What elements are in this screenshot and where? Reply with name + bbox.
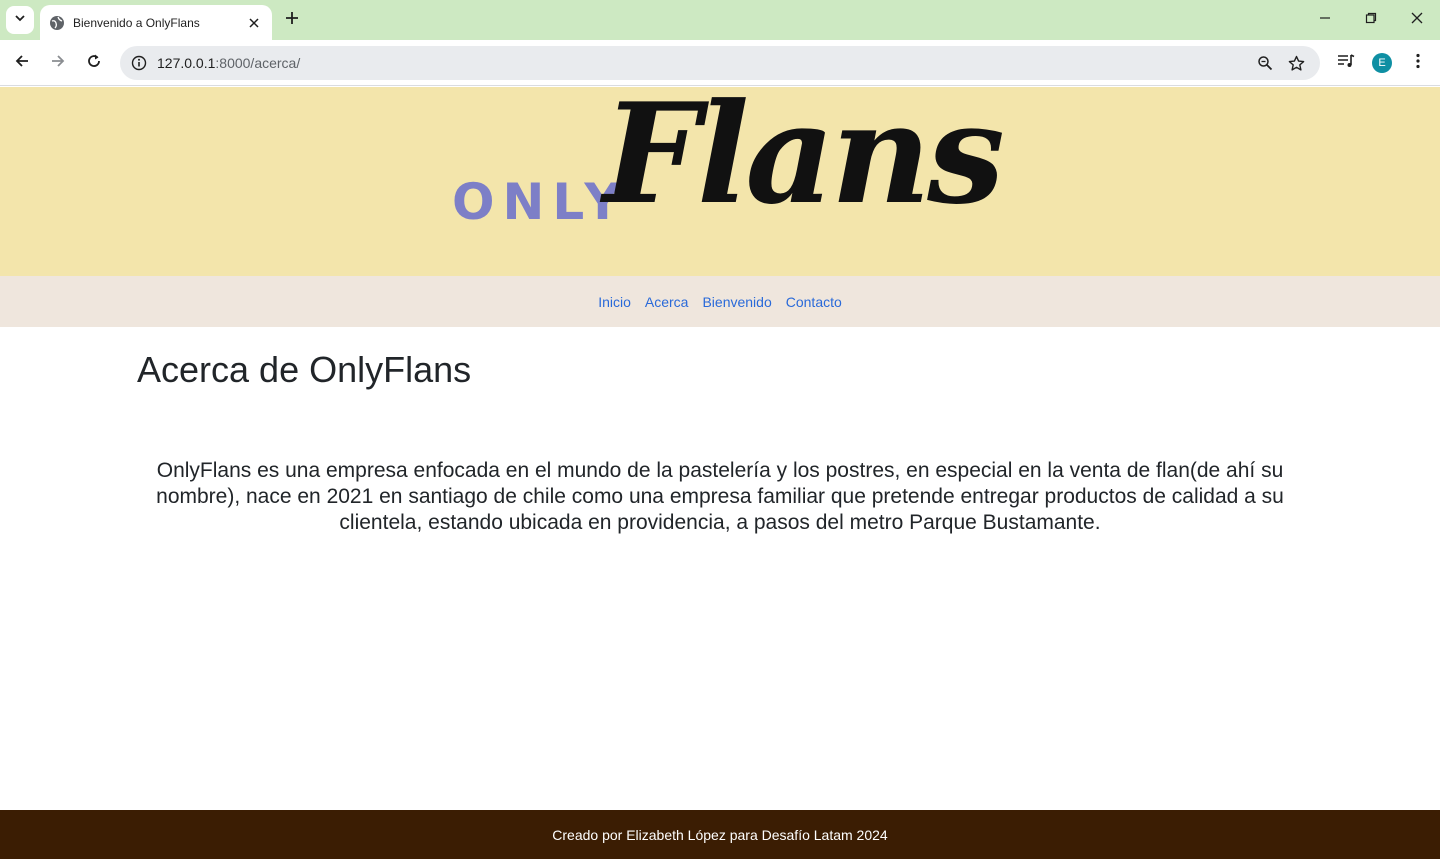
zoom-icon[interactable] <box>1254 52 1276 74</box>
logo-flans-script: Flans <box>603 72 1005 235</box>
nav-link-acerca[interactable]: Acerca <box>645 294 689 310</box>
page-viewport: ONLY Flans Inicio Acerca Bienvenido Cont… <box>0 85 1440 859</box>
kebab-menu-icon <box>1416 53 1420 74</box>
browser-tab-active[interactable]: Bienvenido a OnlyFlans <box>40 5 272 40</box>
minimize-button[interactable] <box>1302 0 1348 40</box>
avatar: E <box>1372 53 1392 73</box>
tab-title: Bienvenido a OnlyFlans <box>73 15 200 30</box>
media-control-button[interactable] <box>1332 49 1360 77</box>
info-icon[interactable] <box>128 52 150 74</box>
plus-icon <box>285 11 299 30</box>
nav-link-inicio[interactable]: Inicio <box>598 294 631 310</box>
site-logo: ONLY Flans <box>448 85 1005 251</box>
reload-button[interactable] <box>80 49 108 77</box>
reload-icon <box>86 53 102 74</box>
restore-icon <box>1365 11 1377 29</box>
restore-button[interactable] <box>1348 0 1394 40</box>
chevron-down-icon <box>14 11 26 29</box>
nav-link-bienvenido[interactable]: Bienvenido <box>702 294 771 310</box>
page-title: Acerca de OnlyFlans <box>137 349 472 390</box>
back-button[interactable] <box>8 49 36 77</box>
nav-link-contacto[interactable]: Contacto <box>786 294 842 310</box>
back-arrow-icon <box>14 53 30 74</box>
url-path: :8000/acerca/ <box>215 55 301 71</box>
close-icon[interactable] <box>246 15 262 31</box>
forward-button[interactable] <box>44 49 72 77</box>
tab-search-button[interactable] <box>6 6 34 34</box>
browser-tab-strip: Bienvenido a OnlyFlans <box>0 0 1440 40</box>
minimize-icon <box>1319 11 1331 29</box>
profile-button[interactable]: E <box>1368 49 1396 77</box>
url-text[interactable]: 127.0.0.1:8000/acerca/ <box>157 46 300 80</box>
footer-text: Creado por Elizabeth López para Desafío … <box>552 826 888 843</box>
window-close-button[interactable] <box>1394 0 1440 40</box>
site-footer: Creado por Elizabeth López para Desafío … <box>0 810 1440 859</box>
about-paragraph: OnlyFlans es una empresa enfocada en el … <box>156 459 1284 534</box>
globe-icon <box>49 15 65 31</box>
new-tab-button[interactable] <box>280 8 304 32</box>
main-navigation: Inicio Acerca Bienvenido Contacto <box>0 276 1440 327</box>
star-icon[interactable] <box>1285 52 1307 74</box>
header-banner: ONLY Flans <box>0 85 1440 276</box>
browser-menu-button[interactable] <box>1404 49 1432 77</box>
media-control-icon <box>1337 53 1355 74</box>
forward-arrow-icon <box>50 53 66 74</box>
close-icon <box>1411 11 1423 29</box>
url-host: 127.0.0.1 <box>157 55 216 71</box>
